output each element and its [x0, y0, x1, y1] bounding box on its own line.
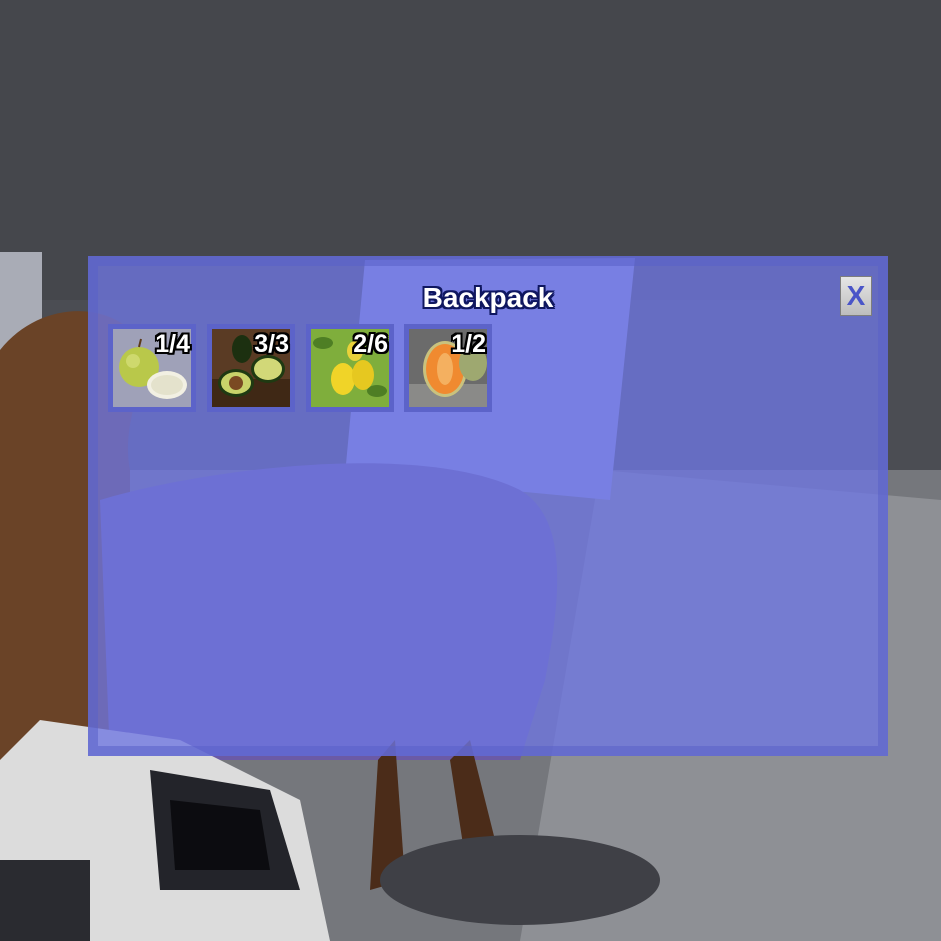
backpack-panel: Backpack X 1/4 3/3 2/6 1/2 [88, 256, 888, 756]
item-count: 3/3 [254, 330, 289, 358]
close-button[interactable]: X [840, 276, 872, 316]
item-count: 1/4 [155, 330, 190, 358]
inventory-slot-apple[interactable]: 1/4 [108, 324, 196, 412]
item-count: 2/6 [353, 330, 388, 358]
inventory-slot-avocado[interactable]: 3/3 [207, 324, 295, 412]
item-count: 1/2 [451, 330, 486, 358]
inventory-slot-melon[interactable]: 1/2 [404, 324, 492, 412]
backpack-title: Backpack [422, 282, 554, 313]
inventory-slot-lemons[interactable]: 2/6 [306, 324, 394, 412]
